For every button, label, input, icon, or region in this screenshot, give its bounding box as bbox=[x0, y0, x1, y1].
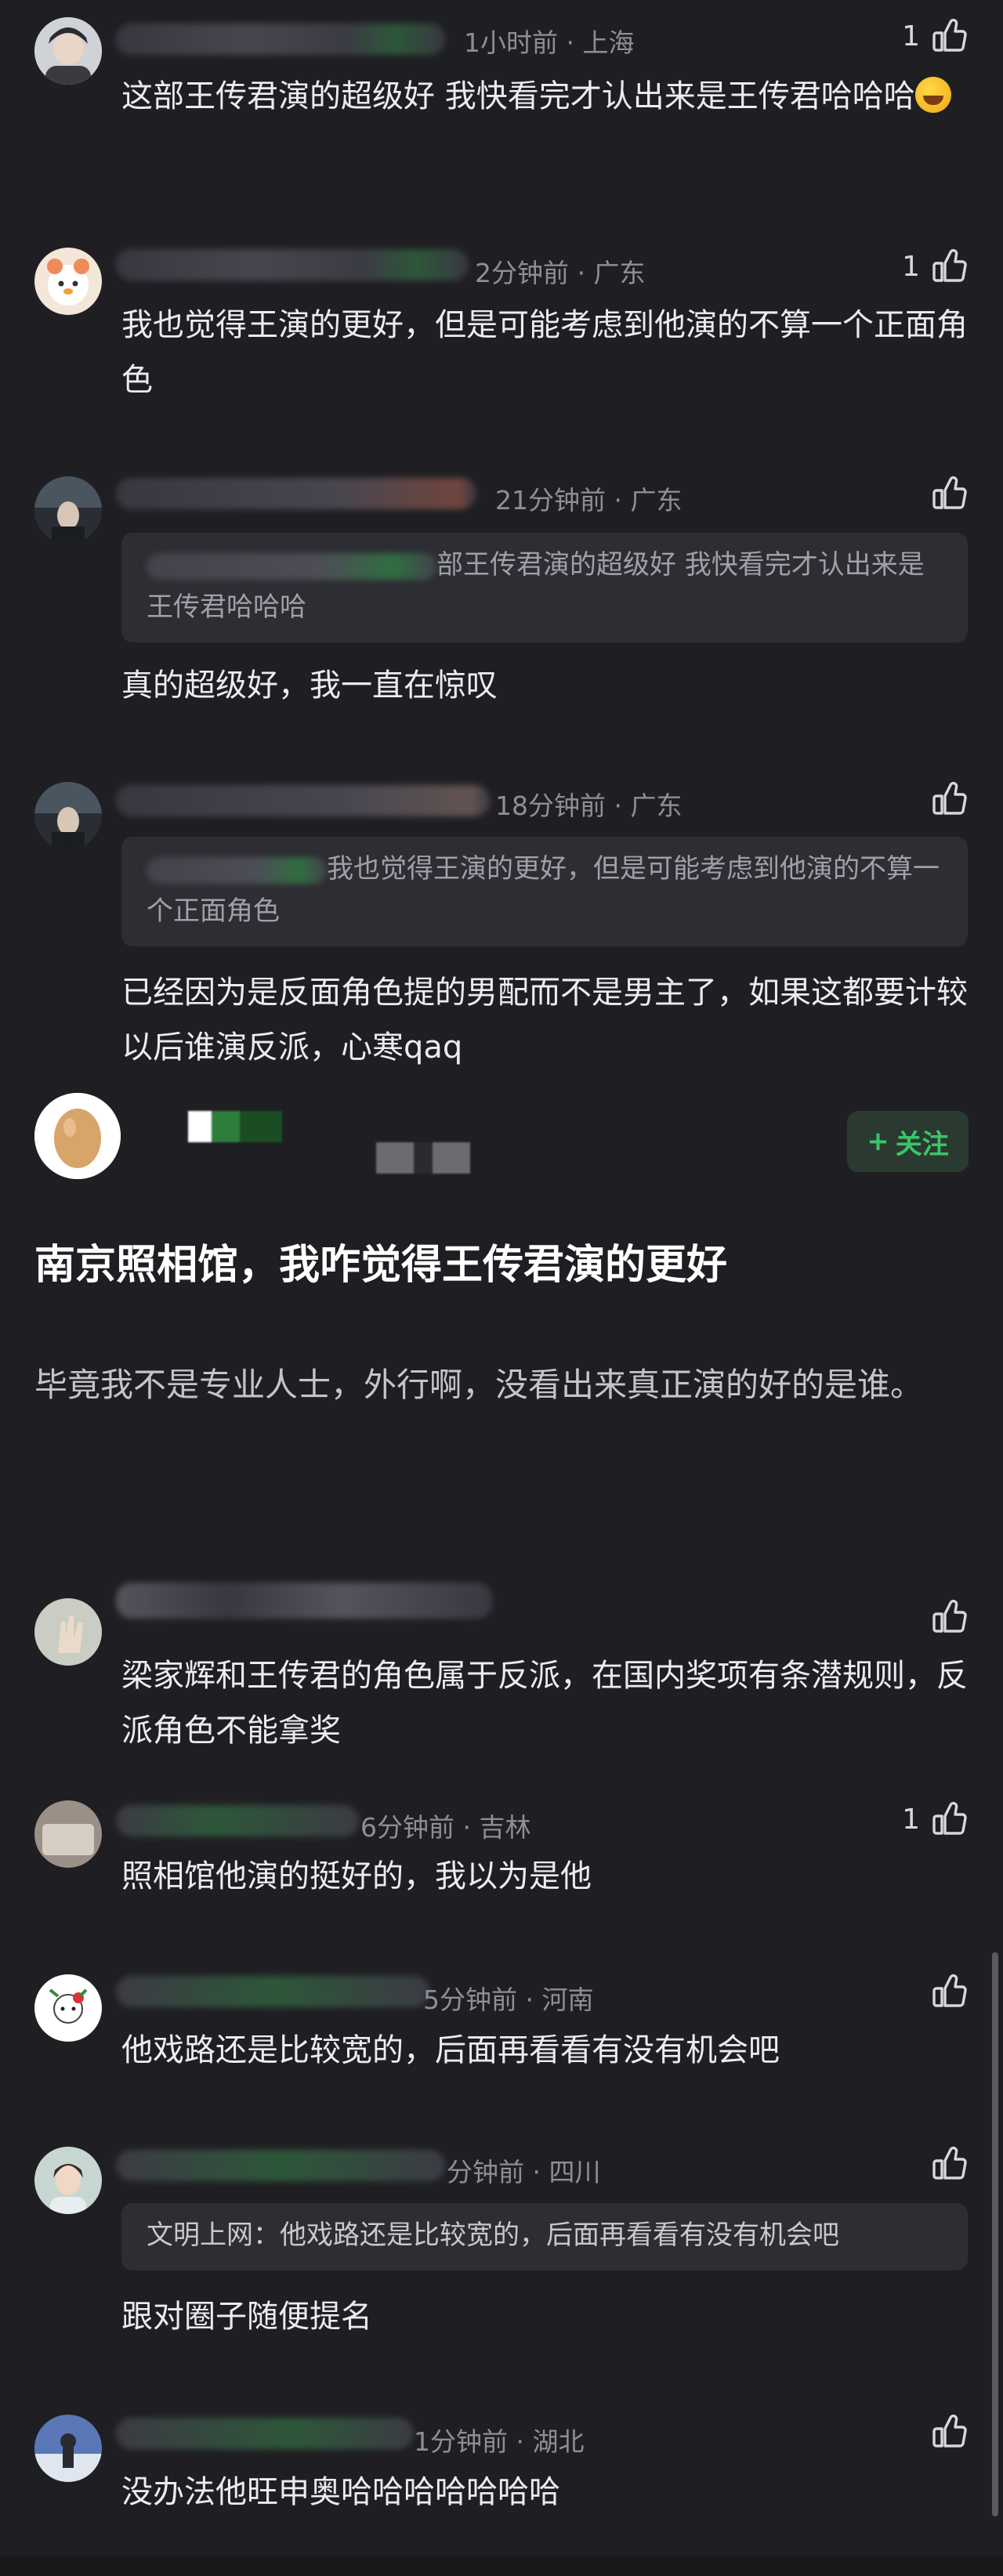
thumbs-up-icon bbox=[931, 1598, 969, 1636]
like-button[interactable] bbox=[920, 475, 969, 512]
like-button[interactable] bbox=[920, 2413, 969, 2451]
quoted-comment-author: 文明上网： bbox=[147, 2220, 280, 2251]
comment-text: 他戏路还是比较宽的，后面再看看有没有机会吧 bbox=[121, 2032, 780, 2068]
like-button[interactable] bbox=[920, 2145, 969, 2183]
avatar-image-icon bbox=[34, 2415, 102, 2482]
comment-text: 梁家辉和王传君的角色属于反派，在国内奖项有条潜规则，反派角色不能拿奖 bbox=[121, 1658, 968, 1749]
thumbs-up-icon bbox=[931, 475, 969, 512]
thumbs-up-icon bbox=[931, 248, 969, 285]
username-redacted[interactable] bbox=[116, 24, 445, 55]
like-button[interactable]: 1 bbox=[902, 248, 969, 285]
avatar[interactable] bbox=[34, 1800, 102, 1868]
comment-meta: 21分钟前 · 广东 bbox=[495, 485, 683, 516]
comment-meta: 6分钟前 · 吉林 bbox=[360, 1812, 531, 1843]
avatar-image-icon bbox=[34, 476, 102, 544]
like-count: 1 bbox=[902, 1803, 920, 1836]
thumbs-up-icon bbox=[931, 2413, 969, 2451]
egg-avatar-icon bbox=[34, 1093, 121, 1179]
username-redacted[interactable] bbox=[116, 249, 469, 280]
comment-text: 我也觉得王演的更好，但是可能考虑到他演的不算一个正面角色 bbox=[121, 307, 968, 398]
avatar[interactable] bbox=[34, 2147, 102, 2214]
thumbs-up-icon bbox=[931, 1800, 969, 1838]
comment-text: 跟对圈子随便提名 bbox=[121, 2299, 372, 2335]
avatar-image-icon bbox=[34, 248, 102, 315]
avatar-image-icon bbox=[34, 782, 102, 849]
thumbs-up-icon bbox=[931, 17, 969, 55]
avatar-image-icon bbox=[34, 2147, 102, 2214]
quoted-comment: 部王传君演的超级好 我快看完才认出来是王传君哈哈哈 bbox=[121, 533, 968, 642]
username-redacted[interactable] bbox=[116, 1583, 492, 1619]
avatar[interactable] bbox=[34, 782, 102, 849]
thumbs-up-icon bbox=[931, 1973, 969, 2010]
comment-text: 照相馆他演的挺好的，我以为是他 bbox=[121, 1858, 592, 1894]
avatar[interactable] bbox=[34, 476, 102, 544]
avatar[interactable] bbox=[34, 17, 102, 85]
username-redacted[interactable] bbox=[116, 1805, 359, 1836]
post-title: 南京照相馆，我咋觉得王传君演的更好 bbox=[34, 1242, 728, 1289]
like-button[interactable]: 1 bbox=[902, 1800, 969, 1838]
thumbs-up-icon bbox=[931, 780, 969, 818]
like-button[interactable] bbox=[920, 780, 969, 818]
avatar-image-icon bbox=[34, 17, 102, 85]
comment-text: 已经因为是反面角色提的男配而不是男主了，如果这都要计较以后谁演反派，心寒qaq bbox=[121, 975, 968, 1065]
post-author-avatar[interactable] bbox=[34, 1093, 121, 1179]
comment-meta: 18分钟前 · 广东 bbox=[495, 791, 683, 821]
scrollbar[interactable] bbox=[992, 1952, 998, 2516]
post-body: 毕竟我不是专业人士，外行啊，没看出来真正演的好的是谁。 bbox=[34, 1366, 924, 1404]
quoted-comment-text: 他戏路还是比较宽的，后面再看看有没有机会吧 bbox=[280, 2220, 839, 2251]
rofl-emoji-icon bbox=[914, 77, 951, 113]
follow-button[interactable]: + 关注 bbox=[847, 1111, 969, 1172]
like-button[interactable] bbox=[920, 1598, 969, 1636]
follow-label: 关注 bbox=[895, 1128, 949, 1160]
avatar[interactable] bbox=[34, 2415, 102, 2482]
username-redacted[interactable] bbox=[116, 785, 491, 816]
quoted-username-redacted bbox=[147, 552, 436, 580]
post-author-name-redacted[interactable] bbox=[188, 1111, 282, 1142]
comment-text: 真的超级好，我一直在惊叹 bbox=[121, 668, 498, 704]
comment-meta: 5分钟前 · 河南 bbox=[423, 1984, 594, 2015]
comment-meta: 分钟前 · 四川 bbox=[447, 2157, 601, 2187]
username-redacted[interactable] bbox=[116, 2418, 414, 2449]
comment-text-content: 这部王传君演的超级好 我快看完才认出来是王传君哈哈哈 bbox=[121, 78, 915, 114]
plus-icon: + bbox=[867, 1126, 889, 1157]
like-button[interactable]: 1 bbox=[902, 17, 969, 55]
quoted-comment: 文明上网：他戏路还是比较宽的，后面再看看有没有机会吧 bbox=[121, 2203, 968, 2270]
like-button[interactable] bbox=[920, 1973, 969, 2010]
avatar[interactable] bbox=[34, 1598, 102, 1666]
avatar-image-icon bbox=[34, 1598, 102, 1666]
like-count: 1 bbox=[902, 20, 920, 52]
thumbs-up-icon bbox=[931, 2145, 969, 2183]
like-count: 1 bbox=[902, 250, 920, 283]
quoted-username-redacted bbox=[147, 856, 327, 884]
avatar-image-icon bbox=[34, 1800, 102, 1868]
bottom-edge bbox=[0, 2556, 1003, 2576]
username-redacted[interactable] bbox=[116, 1976, 429, 2007]
comment-text: 这部王传君演的超级好 我快看完才认出来是王传君哈哈哈 bbox=[121, 69, 968, 124]
comment-text: 没办法他旺申奥哈哈哈哈哈哈哈 bbox=[121, 2474, 560, 2510]
comment-meta: 1分钟前 · 湖北 bbox=[414, 2426, 585, 2457]
avatar[interactable] bbox=[34, 1974, 102, 2042]
username-redacted[interactable] bbox=[116, 2150, 445, 2181]
avatar-image-icon bbox=[34, 1974, 102, 2042]
username-redacted[interactable] bbox=[116, 478, 476, 509]
comment-meta: 2分钟前 · 广东 bbox=[475, 258, 646, 288]
avatar[interactable] bbox=[34, 248, 102, 315]
comment-meta: 1小时前 · 上海 bbox=[464, 27, 635, 58]
quoted-comment: 我也觉得王演的更好，但是可能考虑到他演的不算一个正面角色 bbox=[121, 837, 968, 946]
post-author-meta-redacted bbox=[376, 1142, 470, 1174]
